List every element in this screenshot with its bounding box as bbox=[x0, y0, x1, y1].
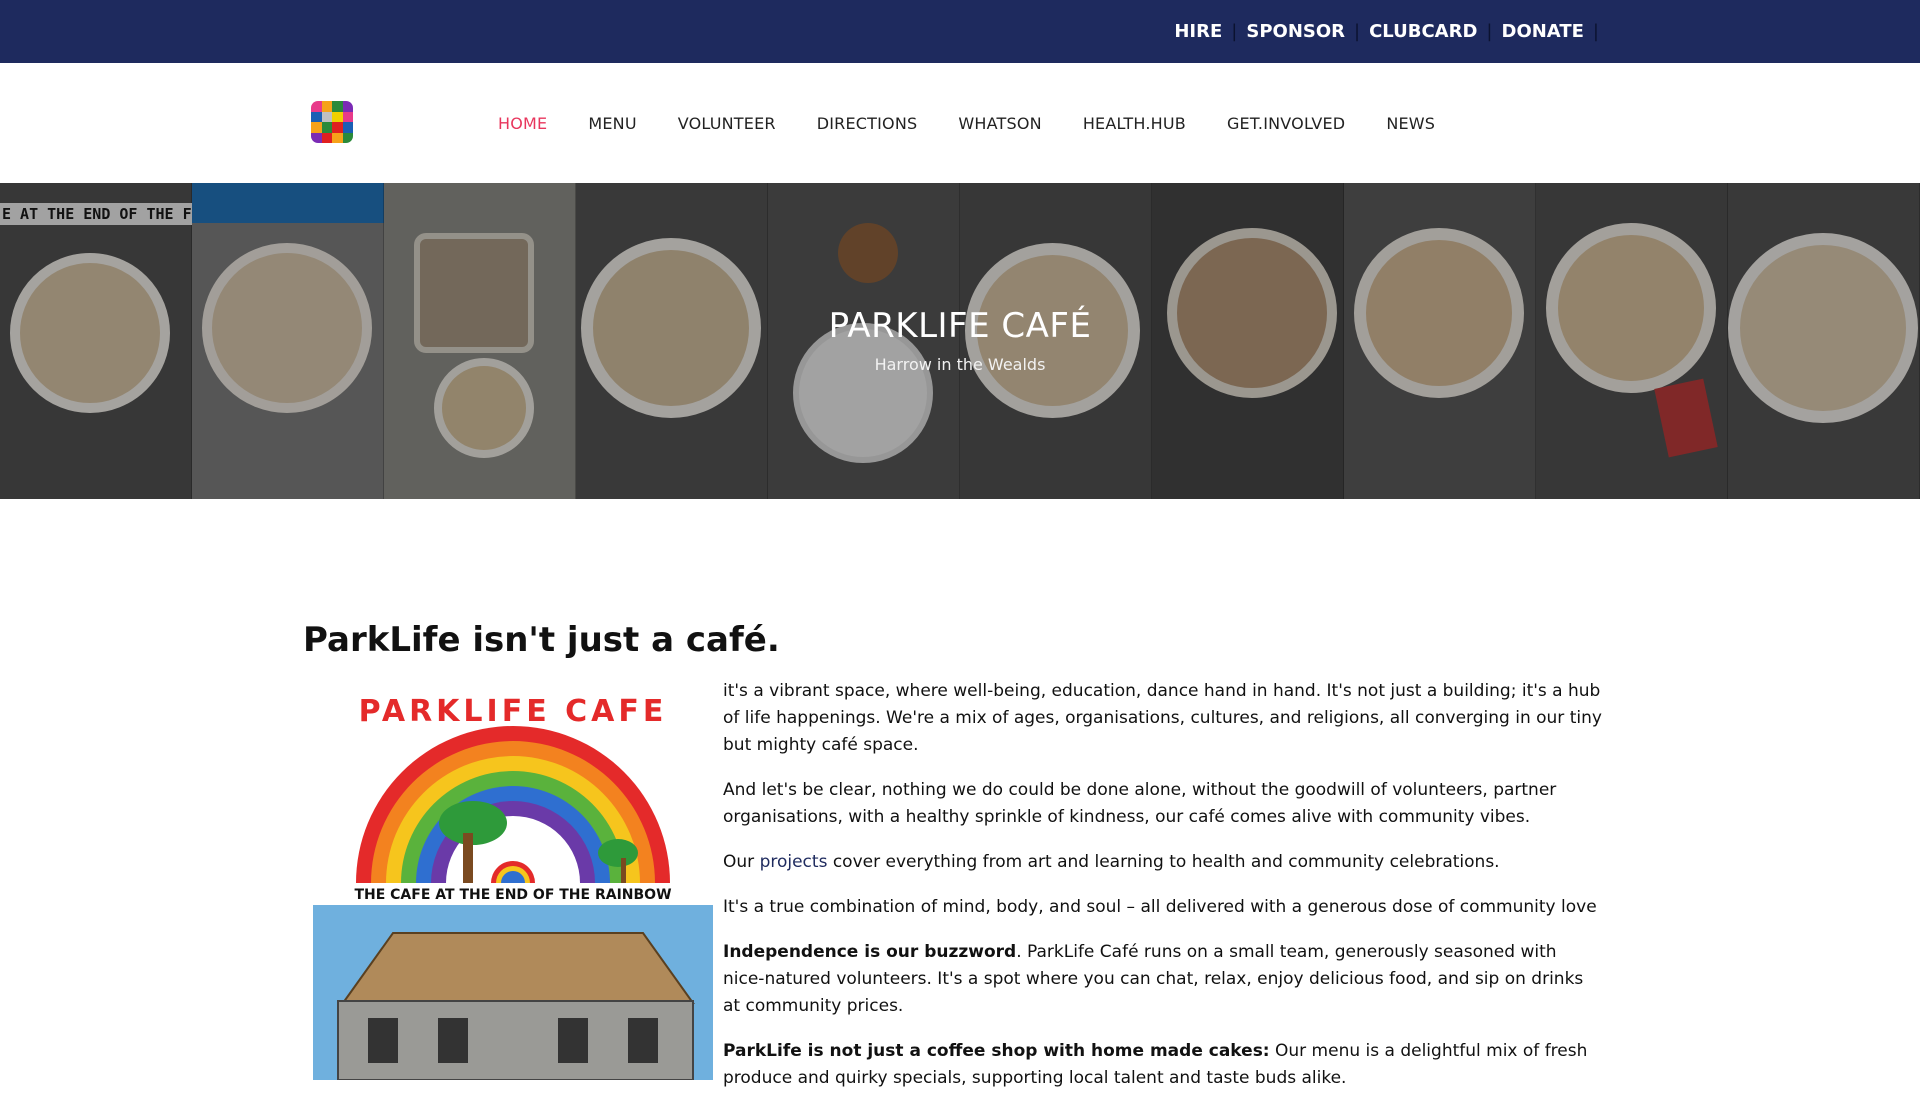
bold-lead: Independence is our buzzword bbox=[723, 942, 1017, 962]
intro-text: it's a vibrant space, where well-being, … bbox=[723, 678, 1603, 1110]
feature-banner-text: THE CAFE AT THE END OF THE RAINBOW bbox=[354, 887, 671, 903]
paragraph-text: Our bbox=[723, 852, 760, 872]
hero-subtitle: Harrow in the Wealds bbox=[874, 355, 1046, 374]
separator: | bbox=[1354, 21, 1361, 42]
donate-link[interactable]: DONATE bbox=[1502, 21, 1584, 42]
paragraph-text: cover everything from art and learning t… bbox=[827, 852, 1500, 872]
hire-link[interactable]: HIRE bbox=[1174, 21, 1222, 42]
top-bar: HIRE | SPONSOR | CLUBCARD | DONATE | bbox=[0, 0, 1920, 63]
projects-paragraph: Our projects cover everything from art a… bbox=[723, 849, 1603, 876]
separator: | bbox=[1486, 21, 1493, 42]
intro-paragraph: it's a vibrant space, where well-being, … bbox=[723, 681, 1602, 755]
nav-get-involved[interactable]: GET.INVOLVED bbox=[1227, 114, 1345, 133]
intro-paragraph: It's a true combination of mind, body, a… bbox=[723, 897, 1597, 917]
intro-paragraph: And let's be clear, nothing we do could … bbox=[723, 780, 1557, 827]
site-logo[interactable] bbox=[311, 101, 353, 143]
hero-banner: E AT THE END OF THE F PARKLIFE CAFÉ Harr… bbox=[0, 183, 1920, 499]
site-header: HOME MENU VOLUNTEER DIRECTIONS WHATSON H… bbox=[0, 63, 1920, 183]
nav-volunteer[interactable]: VOLUNTEER bbox=[678, 114, 776, 133]
bold-lead: ParkLife is not just a coffee shop with … bbox=[723, 1041, 1270, 1061]
feature-logo-text: PARKLIFE CAFE bbox=[359, 694, 668, 729]
nav-news[interactable]: NEWS bbox=[1386, 114, 1435, 133]
independence-paragraph: Independence is our buzzword. ParkLife C… bbox=[723, 939, 1603, 1020]
nav-directions[interactable]: DIRECTIONS bbox=[817, 114, 918, 133]
projects-link[interactable]: projects bbox=[760, 852, 828, 872]
separator: | bbox=[1592, 21, 1599, 42]
hero-title: PARKLIFE CAFÉ bbox=[828, 306, 1092, 346]
separator: | bbox=[1231, 21, 1238, 42]
nav-whatson[interactable]: WHATSON bbox=[958, 114, 1041, 133]
sponsor-link[interactable]: SPONSOR bbox=[1246, 21, 1345, 42]
clubcard-link[interactable]: CLUBCARD bbox=[1369, 21, 1477, 42]
rainbow-cafe-image: PARKLIFE CAFE THE CAFE AT THE END OF THE… bbox=[313, 683, 713, 1080]
menu-paragraph: ParkLife is not just a coffee shop with … bbox=[723, 1038, 1603, 1092]
nav-menu[interactable]: MENU bbox=[588, 114, 636, 133]
main-nav: HOME MENU VOLUNTEER DIRECTIONS WHATSON H… bbox=[498, 63, 1476, 183]
nav-health-hub[interactable]: HEALTH.HUB bbox=[1083, 114, 1186, 133]
page-heading: ParkLife isn't just a café. bbox=[303, 620, 780, 660]
nav-home[interactable]: HOME bbox=[498, 114, 547, 133]
top-links: HIRE | SPONSOR | CLUBCARD | DONATE | bbox=[1174, 0, 1608, 63]
rainbow-illustration: PARKLIFE CAFE THE CAFE AT THE END OF THE… bbox=[313, 694, 713, 1080]
